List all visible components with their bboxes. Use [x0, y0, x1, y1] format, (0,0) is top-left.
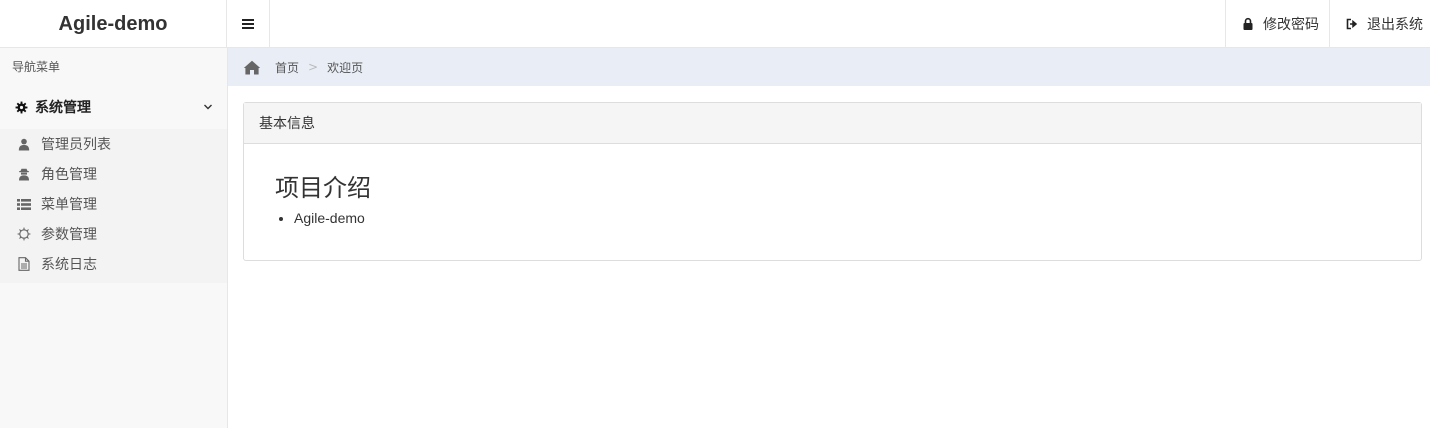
list-item: Agile-demo — [294, 208, 1421, 228]
app-root: Agile-demo 修改密码 退出系统 导航菜单 系统管理 管理员列表 角色管… — [0, 0, 1430, 428]
breadcrumb-current: 欢迎页 — [327, 60, 364, 75]
file-icon — [16, 257, 31, 271]
panel-heading: 基本信息 — [244, 103, 1421, 144]
info-panel: 基本信息 项目介绍 Agile-demo — [243, 102, 1422, 261]
change-password-button[interactable]: 修改密码 — [1225, 0, 1329, 48]
sidebar: 导航菜单 系统管理 管理员列表 角色管理 菜单管理 参数管理 系统日志 — [0, 48, 228, 428]
top-actions: 修改密码 退出系统 — [1225, 0, 1430, 48]
breadcrumb-separator: > — [308, 60, 319, 74]
sidebar-item-role-management[interactable]: 角色管理 — [0, 159, 227, 189]
home-icon[interactable] — [243, 60, 261, 75]
sidebar-item-label: 系统日志 — [41, 257, 97, 273]
menu-group-system-items: 管理员列表 角色管理 菜单管理 参数管理 系统日志 — [0, 129, 227, 283]
user-secret-icon — [16, 167, 31, 181]
sidebar-item-menu-management[interactable]: 菜单管理 — [0, 189, 227, 219]
breadcrumb: 首页 > 欢迎页 — [228, 48, 1430, 86]
sidebar-item-system-log[interactable]: 系统日志 — [0, 249, 227, 279]
logout-button[interactable]: 退出系统 — [1329, 0, 1430, 48]
sidebar-item-label: 角色管理 — [41, 167, 97, 183]
sign-out-icon — [1346, 18, 1358, 30]
top-navbar: Agile-demo 修改密码 退出系统 — [0, 0, 1430, 48]
sidebar-title: 导航菜单 — [0, 48, 227, 85]
brand-logo[interactable]: Agile-demo — [0, 0, 227, 48]
sidebar-item-label: 参数管理 — [41, 227, 97, 243]
logout-label: 退出系统 — [1367, 17, 1423, 33]
project-intro-title: 项目介绍 — [275, 174, 371, 202]
user-icon — [16, 137, 31, 151]
project-intro-list: Agile-demo — [275, 208, 1421, 228]
menu-group-system: 系统管理 管理员列表 角色管理 菜单管理 参数管理 系统日志 — [0, 85, 227, 283]
hamburger-icon — [242, 17, 254, 31]
breadcrumb-home-link[interactable]: 首页 — [275, 59, 299, 76]
change-password-label: 修改密码 — [1263, 17, 1319, 33]
gear-icon — [15, 101, 28, 113]
sidebar-item-admin-list[interactable]: 管理员列表 — [0, 129, 227, 159]
gear-outline-icon — [16, 227, 31, 241]
chevron-down-icon — [204, 104, 212, 110]
list-icon — [16, 197, 31, 211]
sidebar-item-label: 菜单管理 — [41, 197, 97, 213]
sidebar-item-label: 管理员列表 — [41, 137, 111, 153]
panel-body: 项目介绍 Agile-demo — [244, 144, 1421, 228]
sidebar-item-parameter-management[interactable]: 参数管理 — [0, 219, 227, 249]
lock-icon — [1243, 17, 1253, 30]
sidebar-toggle-button[interactable] — [227, 0, 270, 48]
menu-group-system-label: 系统管理 — [35, 100, 91, 116]
menu-group-system-toggle[interactable]: 系统管理 — [0, 85, 227, 129]
